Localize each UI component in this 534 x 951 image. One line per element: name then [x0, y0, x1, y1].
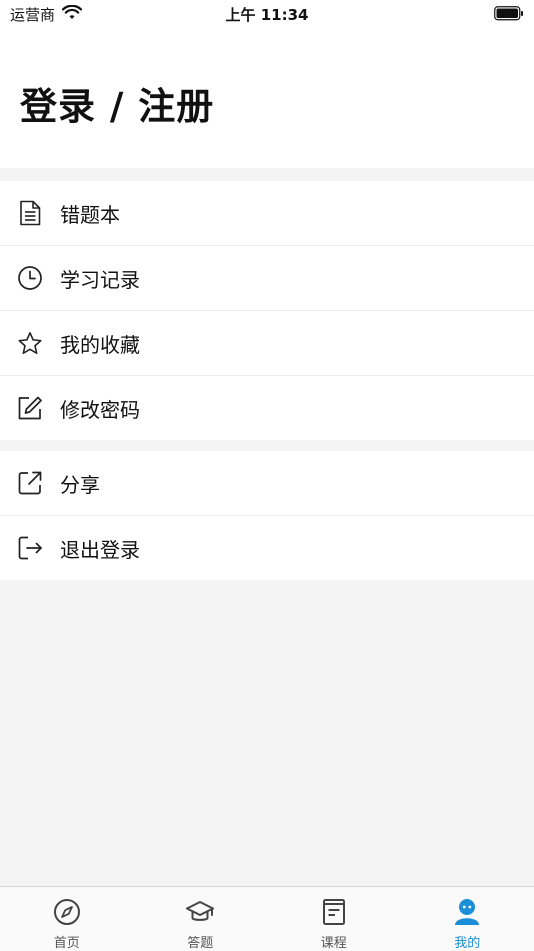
tab-home[interactable]: 首页 [0, 887, 134, 951]
tab-courses[interactable]: 课程 [267, 887, 401, 951]
menu-item-share[interactable]: 分享 [0, 451, 534, 516]
login-register-link[interactable]: 登录 / 注册 [20, 76, 214, 130]
tab-label: 首页 [0, 932, 134, 951]
share-icon [17, 470, 43, 496]
tab-quiz[interactable]: 答题 [134, 887, 268, 951]
profile-header: 登录 / 注册 [0, 30, 534, 168]
menu-item-wrong-questions[interactable]: 错题本 [0, 181, 534, 246]
tab-label: 答题 [134, 932, 268, 951]
menu-item-label: 分享 [60, 469, 100, 498]
graduation-cap-icon [185, 897, 215, 927]
compass-icon [52, 897, 82, 927]
menu-item-favorites[interactable]: 我的收藏 [0, 311, 534, 376]
user-icon [452, 897, 482, 927]
document-icon [17, 200, 43, 226]
menu-group-secondary: 分享 退出登录 [0, 451, 534, 580]
menu-item-label: 错题本 [60, 199, 120, 228]
menu-group-primary: 错题本 学习记录 我的收藏 修改密码 [0, 181, 534, 440]
menu-item-label: 学习记录 [60, 264, 140, 293]
tab-bar: 首页 答题 课程 [0, 886, 534, 951]
clock-time: 上午 11:34 [0, 4, 534, 25]
logout-icon [17, 535, 43, 561]
menu-item-study-history[interactable]: 学习记录 [0, 246, 534, 311]
menu-item-label: 我的收藏 [60, 329, 140, 358]
clock-icon [17, 265, 43, 291]
tab-me[interactable]: 我的 [401, 887, 534, 951]
tab-label: 课程 [267, 932, 401, 951]
star-icon [17, 330, 43, 356]
menu-item-logout[interactable]: 退出登录 [0, 516, 534, 580]
edit-icon [17, 395, 43, 421]
menu-item-label: 退出登录 [60, 534, 140, 563]
menu-item-change-password[interactable]: 修改密码 [0, 376, 534, 440]
status-bar: 运营商 上午 11:34 [0, 0, 534, 30]
menu-item-label: 修改密码 [60, 394, 140, 423]
book-icon [319, 897, 349, 927]
tab-label: 我的 [401, 932, 534, 951]
battery-icon [494, 6, 524, 25]
